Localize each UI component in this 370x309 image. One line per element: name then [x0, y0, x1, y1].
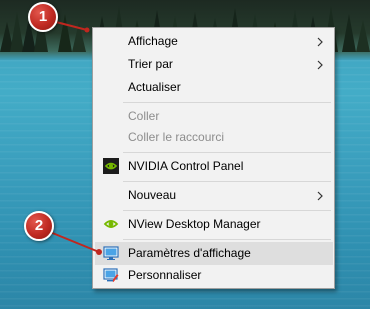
- menu-item-label: NView Desktop Manager: [128, 217, 261, 231]
- menu-separator: [123, 239, 331, 240]
- chevron-right-icon: [317, 60, 323, 70]
- menu-item-label: Nouveau: [128, 188, 177, 202]
- menu-item-label: Coller: [128, 109, 160, 123]
- menu-item-trier-par[interactable]: Trier par: [95, 53, 333, 76]
- menu-item-coller: Coller: [95, 105, 333, 128]
- menu-item-label: Coller le raccourci: [128, 130, 225, 144]
- step-marker-2: 2: [24, 211, 54, 241]
- menu-item-label: NVIDIA Control Panel: [128, 159, 244, 173]
- step-marker-1: 1: [28, 2, 58, 32]
- menu-item-actualiser[interactable]: Actualiser: [95, 76, 333, 99]
- menu-item-parametres-affichage[interactable]: Paramètres d'affichage: [95, 242, 333, 265]
- chevron-right-icon: [317, 191, 323, 201]
- menu-separator: [123, 210, 331, 211]
- menu-item-affichage[interactable]: Affichage: [95, 30, 333, 53]
- nview-icon: [103, 220, 119, 228]
- menu-item-nouveau[interactable]: Nouveau: [95, 184, 333, 207]
- menu-item-label: Actualiser: [128, 80, 181, 94]
- menu-separator: [123, 102, 331, 103]
- menu-item-nvidia-control-panel[interactable]: NVIDIA Control Panel: [95, 155, 333, 178]
- menu-item-label: Paramètres d'affichage: [128, 246, 251, 260]
- menu-item-personnaliser[interactable]: Personnaliser: [95, 264, 333, 287]
- personalize-icon: [103, 268, 119, 282]
- menu-item-label: Affichage: [128, 34, 178, 48]
- menu-item-nview-desktop-manager[interactable]: NView Desktop Manager: [95, 213, 333, 236]
- chevron-right-icon: [317, 37, 323, 47]
- menu-item-label: Trier par: [128, 57, 173, 71]
- display-settings-icon: [103, 246, 119, 260]
- menu-separator: [123, 152, 331, 153]
- menu-item-label: Personnaliser: [128, 268, 202, 282]
- nvidia-icon: [103, 158, 119, 174]
- menu-separator: [123, 181, 331, 182]
- menu-item-coller-le-raccourci: Coller le raccourci: [95, 126, 333, 149]
- desktop-context-menu: Affichage Trier par Actualiser Coller Co…: [92, 27, 335, 289]
